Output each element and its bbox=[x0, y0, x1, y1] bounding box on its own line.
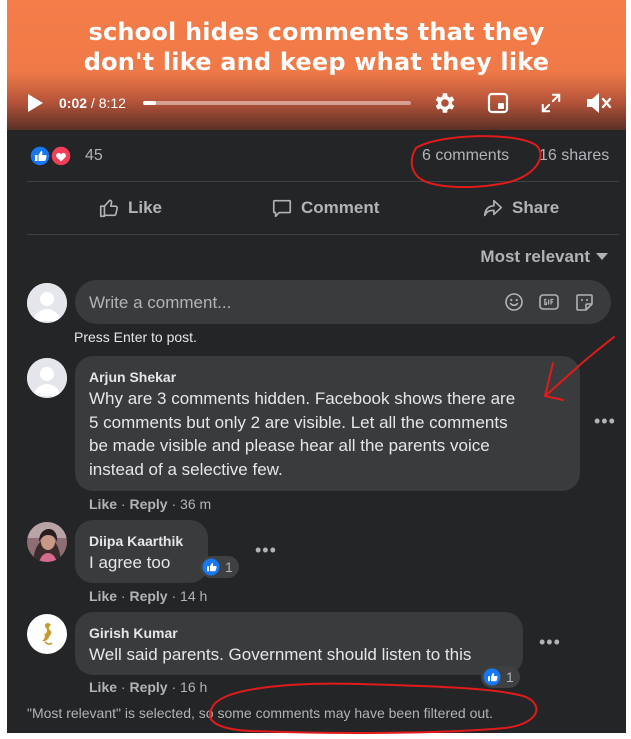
share-button-label: Share bbox=[512, 198, 560, 217]
miniplayer-button[interactable] bbox=[486, 91, 510, 115]
comment-timestamp[interactable]: 36 m bbox=[180, 496, 211, 512]
comment-input[interactable]: Write a comment... bbox=[89, 293, 231, 313]
play-icon bbox=[28, 94, 43, 112]
composer-hint: Press Enter to post. bbox=[74, 329, 197, 345]
comment-author[interactable]: Girish Kumar bbox=[89, 625, 178, 641]
default-avatar-icon bbox=[27, 358, 67, 398]
comment-text-line: Why are 3 comments hidden. Facebook show… bbox=[89, 389, 516, 408]
play-button[interactable] bbox=[25, 93, 45, 113]
video-caption-line-1: school hides comments that they bbox=[88, 18, 545, 46]
gif-icon[interactable] bbox=[539, 293, 559, 311]
comment-like-link[interactable]: Like bbox=[89, 679, 117, 695]
video-progress-fill bbox=[143, 101, 157, 105]
comment-text: I agree too bbox=[89, 553, 171, 572]
divider-top bbox=[27, 181, 619, 182]
comment-sort-label: Most relevant bbox=[480, 247, 590, 266]
comment-button-label: Comment bbox=[301, 198, 380, 217]
comment-bubble: Girish Kumar Well said parents. Governme… bbox=[75, 612, 523, 675]
comment-author[interactable]: Arjun Shekar bbox=[89, 369, 176, 385]
video-progress-bar[interactable] bbox=[143, 101, 411, 105]
comment-reaction-badge[interactable]: 1 bbox=[200, 556, 239, 578]
gear-icon bbox=[435, 93, 455, 113]
comments-count-link[interactable]: 6 comments bbox=[422, 147, 509, 165]
comment-reply-link[interactable]: Reply bbox=[129, 679, 167, 695]
comment-text-line: instead of a selective few. bbox=[89, 459, 283, 479]
like-icon bbox=[483, 668, 501, 686]
comment-meta: Like · Reply · 36 m bbox=[89, 496, 212, 512]
comment-reaction-count: 1 bbox=[506, 669, 514, 685]
video-time-current: 0:02 bbox=[59, 95, 88, 111]
video-time: 0:02 / 8:12 bbox=[59, 95, 126, 111]
volume-muted-icon bbox=[587, 93, 612, 113]
comment-bubble: Diipa Kaarthik I agree too bbox=[75, 520, 208, 583]
video-player[interactable]: school hides comments that they don't li… bbox=[7, 0, 626, 130]
comment-timestamp[interactable]: 16 h bbox=[180, 679, 207, 695]
video-caption: school hides comments that they don't li… bbox=[7, 17, 626, 77]
video-caption-line-2: don't like and keep what they like bbox=[83, 48, 550, 76]
comment-button[interactable]: Comment bbox=[271, 190, 379, 226]
comment-text-line: 5 comments but only 2 are visible. Let a… bbox=[89, 412, 508, 432]
comment-text: Well said parents. Government should lis… bbox=[89, 645, 472, 664]
like-icon bbox=[202, 558, 220, 576]
miniplayer-icon bbox=[487, 92, 509, 114]
comment-icon bbox=[272, 199, 292, 218]
commenter-avatar[interactable] bbox=[27, 522, 67, 562]
commenter-avatar[interactable] bbox=[27, 358, 67, 398]
like-button[interactable]: Like bbox=[98, 190, 162, 226]
comment-text-line: be made visible and please hear all the … bbox=[89, 436, 490, 455]
comment-reply-link[interactable]: Reply bbox=[129, 588, 167, 604]
comment-meta: Like · Reply · 16 h bbox=[89, 679, 208, 695]
comment-meta: Like · Reply · 14 h bbox=[89, 588, 208, 604]
reaction-icons[interactable] bbox=[29, 145, 73, 167]
facebook-post-panel: school hides comments that they don't li… bbox=[7, 0, 626, 733]
post-actions: Like Comment Share bbox=[27, 190, 619, 226]
filter-notice: "Most relevant" is selected, so some com… bbox=[27, 705, 493, 721]
comment-bubble: Arjun Shekar Why are 3 comments hidden. … bbox=[75, 356, 580, 491]
comment-options-button[interactable]: ••• bbox=[255, 540, 277, 561]
divider-bottom bbox=[27, 234, 619, 235]
sticker-icon[interactable] bbox=[575, 293, 594, 312]
shares-count-link[interactable]: 16 shares bbox=[539, 147, 609, 165]
like-button-label: Like bbox=[128, 198, 163, 217]
comment-options-button[interactable]: ••• bbox=[539, 632, 561, 653]
comment-reaction-count: 1 bbox=[225, 559, 233, 575]
reaction-count[interactable]: 45 bbox=[85, 147, 103, 165]
commenter-avatar[interactable] bbox=[27, 614, 67, 654]
comment-timestamp[interactable]: 14 h bbox=[180, 588, 207, 604]
profile-photo-icon bbox=[27, 614, 67, 654]
current-user-avatar[interactable] bbox=[27, 283, 67, 323]
share-icon bbox=[483, 199, 503, 217]
comment-author[interactable]: Diipa Kaarthik bbox=[89, 533, 183, 549]
like-icon bbox=[29, 145, 72, 167]
fullscreen-icon bbox=[541, 93, 561, 113]
emoji-icon[interactable] bbox=[505, 293, 523, 311]
settings-button[interactable] bbox=[431, 90, 457, 116]
comment-text: Why are 3 comments hidden. Facebook show… bbox=[89, 387, 515, 481]
comment-sort-dropdown[interactable]: Most relevant bbox=[480, 247, 608, 267]
thumbs-up-icon bbox=[99, 199, 118, 218]
caret-down-icon bbox=[596, 253, 608, 260]
post-stats: 45 6 comments 16 shares bbox=[29, 142, 619, 172]
video-controls: 0:02 / 8:12 bbox=[7, 86, 626, 120]
share-button[interactable]: Share bbox=[482, 190, 559, 226]
comment-options-button[interactable]: ••• bbox=[594, 411, 616, 432]
mute-button[interactable] bbox=[585, 90, 613, 116]
comment-like-link[interactable]: Like bbox=[89, 588, 117, 604]
default-avatar-icon bbox=[27, 283, 67, 323]
video-time-total: / 8:12 bbox=[87, 95, 126, 111]
comment-reply-link[interactable]: Reply bbox=[129, 496, 167, 512]
comment-reaction-badge[interactable]: 1 bbox=[481, 666, 520, 688]
comment-composer[interactable]: Write a comment... bbox=[75, 280, 611, 324]
comment-like-link[interactable]: Like bbox=[89, 496, 117, 512]
profile-photo-icon bbox=[27, 522, 67, 562]
fullscreen-button[interactable] bbox=[539, 91, 563, 115]
